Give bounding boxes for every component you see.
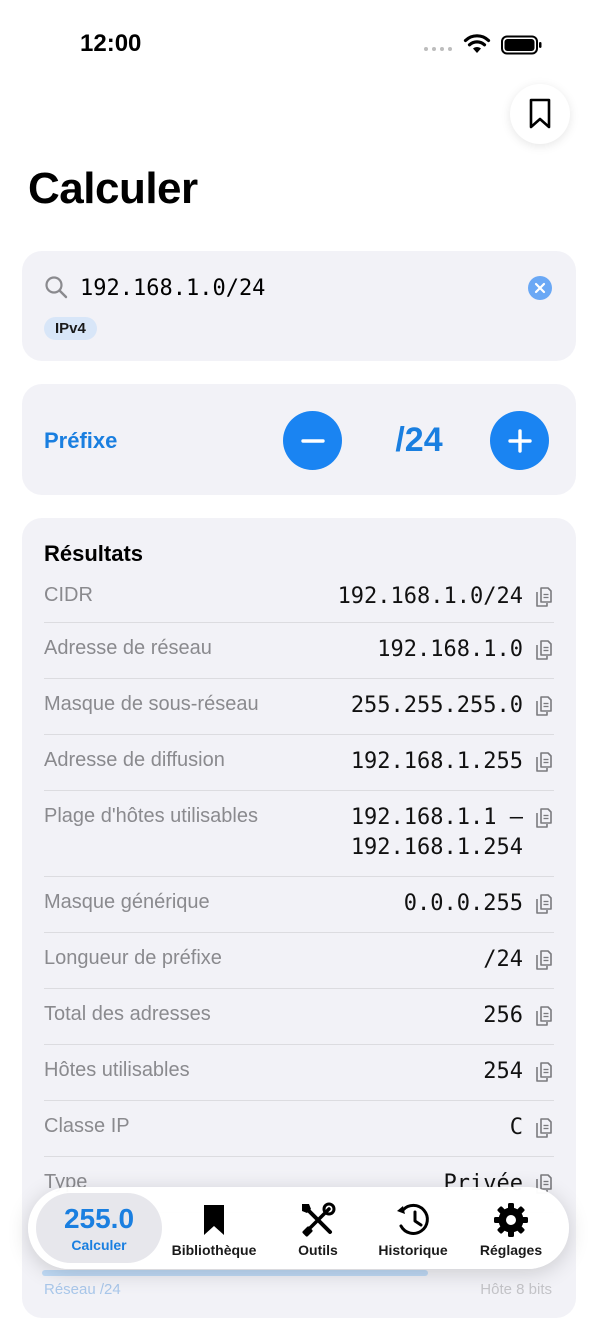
result-label: CIDR xyxy=(44,584,93,606)
tools-icon xyxy=(302,1202,336,1237)
wifi-icon xyxy=(463,34,491,53)
copy-icon[interactable] xyxy=(535,751,553,778)
result-value: 0.0.0.255 xyxy=(403,891,523,916)
tab-outils[interactable]: Outils xyxy=(273,1193,363,1263)
copy-icon[interactable] xyxy=(535,893,553,920)
result-value: 192.168.1.0 xyxy=(377,637,523,662)
result-value: 254 xyxy=(483,1059,523,1084)
result-label: Classe IP xyxy=(44,1115,130,1137)
increment-prefix-button[interactable] xyxy=(490,411,549,470)
search-icon xyxy=(45,276,68,299)
tab-historique[interactable]: Historique xyxy=(368,1193,458,1263)
search-input[interactable] xyxy=(80,273,500,303)
copy-icon[interactable] xyxy=(535,639,553,666)
copy-icon[interactable] xyxy=(535,586,553,613)
bookmark-icon xyxy=(204,1205,224,1235)
tab-label: Outils xyxy=(298,1242,338,1258)
tab-reglages[interactable]: Réglages xyxy=(466,1193,556,1263)
bit-split-bar xyxy=(42,1270,428,1276)
result-value: 192.168.1.0/24 xyxy=(337,584,523,609)
result-row: Plage d'hôtes utilisables 192.168.1.1 — 1… xyxy=(44,791,554,877)
result-label: Total des adresses xyxy=(44,1003,211,1025)
bookmark-outline-icon xyxy=(529,98,551,129)
result-row: Hôtes utilisables 254 xyxy=(44,1045,554,1101)
host-bits-label: Hôte 8 bits xyxy=(480,1281,552,1298)
result-row: Longueur de préfixe/24 xyxy=(44,933,554,989)
result-value: 192.168.1.1 — 192.168.1.254 xyxy=(350,805,523,860)
result-label: Adresse de diffusion xyxy=(44,749,225,771)
result-label: Masque générique xyxy=(44,891,210,913)
cellular-signal-icon xyxy=(424,47,452,51)
result-label: Masque de sous-réseau xyxy=(44,693,259,715)
tab-calculer[interactable]: 255.0 Calculer xyxy=(36,1193,162,1263)
history-icon xyxy=(397,1203,429,1235)
result-value: 256 xyxy=(483,1003,523,1028)
page-title: Calculer xyxy=(28,164,198,213)
clear-button[interactable] xyxy=(528,276,552,300)
gear-icon xyxy=(494,1203,528,1237)
tab-bar: 255.0 Calculer Bibliothèque Outils Histo… xyxy=(28,1187,569,1269)
copy-icon[interactable] xyxy=(535,1005,553,1032)
copy-icon[interactable] xyxy=(535,1061,553,1088)
prefix-label: Préfixe xyxy=(44,428,118,453)
tab-label: Bibliothèque xyxy=(171,1242,257,1258)
copy-icon[interactable] xyxy=(535,807,553,834)
status-time: 12:00 xyxy=(80,30,142,57)
result-row: Masque générique 0.0.0.255 xyxy=(44,877,554,933)
calculator-value: 255.0 xyxy=(63,1203,135,1234)
result-label: Plage d'hôtes utilisables xyxy=(44,805,258,827)
prefix-value: /24 xyxy=(395,421,443,459)
tab-bibliotheque[interactable]: Bibliothèque xyxy=(164,1193,264,1263)
result-row: Total des adresses 256 xyxy=(44,989,554,1045)
result-row: Masque de sous-réseau 255.255.255.0 xyxy=(44,679,554,735)
result-label: Hôtes utilisables xyxy=(44,1059,190,1081)
results-title: Résultats xyxy=(44,541,144,566)
decrement-prefix-button[interactable] xyxy=(283,411,342,470)
result-label: Adresse de réseau xyxy=(44,637,212,659)
prefix-card: Préfixe /24 xyxy=(22,384,576,495)
network-bits-label: Réseau /24 xyxy=(44,1281,121,1298)
copy-icon[interactable] xyxy=(535,949,553,976)
ip-version-badge: IPv4 xyxy=(44,317,97,340)
status-bar: 12:00 xyxy=(0,0,598,88)
result-value: C xyxy=(509,1115,523,1140)
result-label: Longueur de préfixe xyxy=(44,947,222,969)
tab-label: Réglages xyxy=(479,1242,543,1258)
copy-icon[interactable] xyxy=(535,1117,553,1144)
tab-label: Calculer xyxy=(71,1237,127,1253)
results-list: CIDR 192.168.1.0/24 Adresse de réseau 192.1… xyxy=(44,570,554,1213)
result-value: 255.255.255.0 xyxy=(350,693,523,718)
search-card: IPv4 xyxy=(22,251,576,361)
minus-icon xyxy=(300,438,325,443)
result-row: CIDR 192.168.1.0/24 xyxy=(44,570,554,623)
plus-icon xyxy=(507,428,532,453)
result-row: Classe IP C xyxy=(44,1101,554,1157)
tab-label: Historique xyxy=(378,1242,448,1258)
copy-icon[interactable] xyxy=(535,695,553,722)
result-row: Adresse de réseau 192.168.1.0 xyxy=(44,623,554,679)
close-icon xyxy=(534,282,546,294)
bookmark-button[interactable] xyxy=(510,84,570,144)
battery-icon xyxy=(501,35,542,55)
result-row: Adresse de diffusion 192.168.1.255 xyxy=(44,735,554,791)
result-value: /24 xyxy=(483,947,523,972)
result-value: 192.168.1.255 xyxy=(350,749,523,774)
